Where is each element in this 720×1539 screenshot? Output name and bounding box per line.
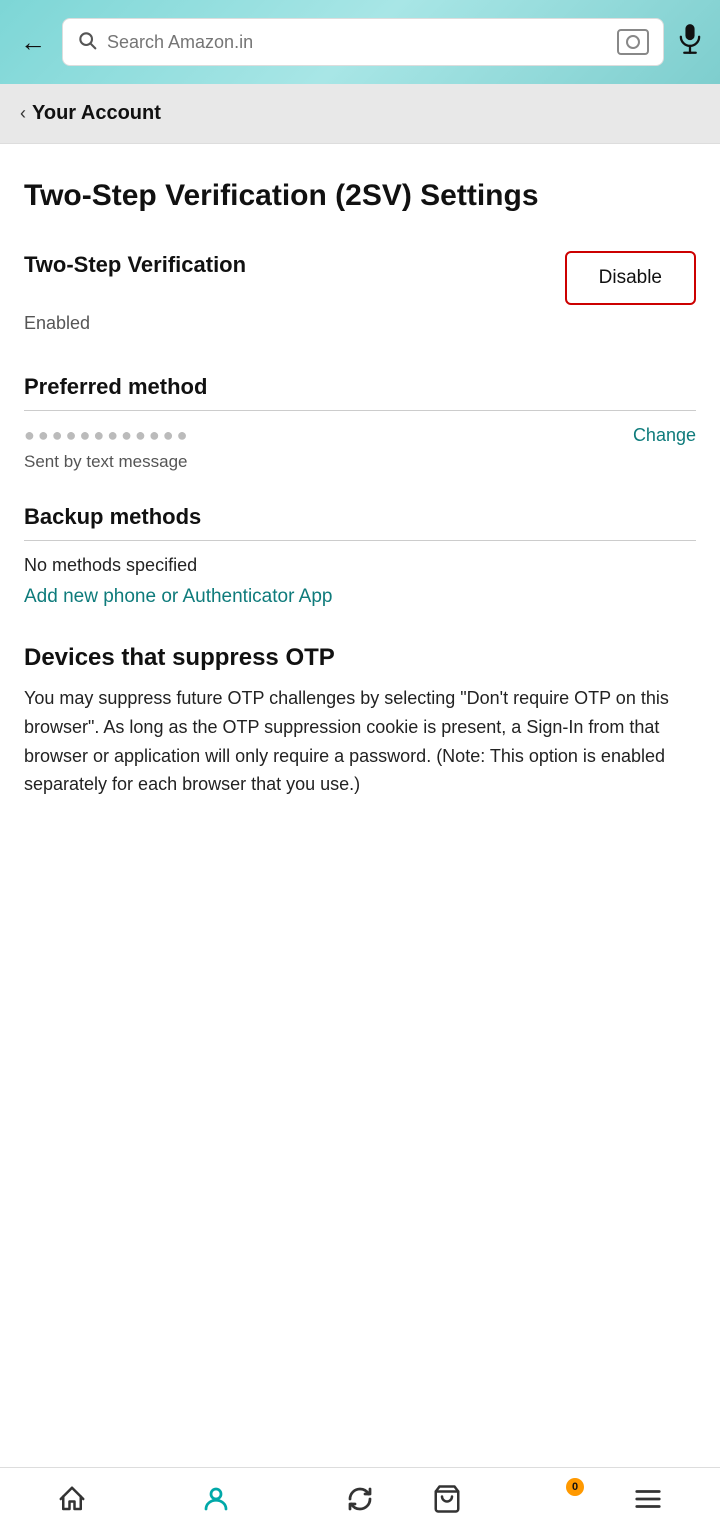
- tsv-heading: Two-Step Verification: [24, 251, 246, 280]
- refresh-icon: [345, 1484, 375, 1519]
- home-icon: [57, 1484, 87, 1519]
- page-title: Two-Step Verification (2SV) Settings: [24, 176, 696, 215]
- preferred-method-title: Preferred method: [24, 374, 696, 400]
- breadcrumb-arrow-icon: ‹: [20, 103, 26, 124]
- tsv-label: Two-Step Verification: [24, 251, 246, 280]
- divider-preferred: [24, 410, 696, 411]
- cart-badge-count: 0: [566, 1478, 584, 1496]
- nav-menu[interactable]: [576, 1484, 720, 1519]
- microphone-icon[interactable]: [676, 23, 704, 62]
- nav-home[interactable]: [0, 1484, 144, 1519]
- devices-description: You may suppress future OTP challenges b…: [24, 684, 696, 799]
- no-methods-text: No methods specified: [24, 555, 696, 576]
- search-input[interactable]: [107, 32, 607, 53]
- bottom-navigation: 0: [0, 1467, 720, 1539]
- nav-cart[interactable]: 0: [432, 1484, 576, 1519]
- camera-scan-icon[interactable]: [617, 29, 649, 55]
- divider-backup: [24, 540, 696, 541]
- breadcrumb[interactable]: ‹ Your Account: [0, 84, 720, 144]
- app-header: ←: [0, 0, 720, 84]
- tsv-section: Two-Step Verification Disable: [24, 251, 696, 305]
- add-backup-method-link[interactable]: Add new phone or Authenticator App: [24, 586, 696, 608]
- breadcrumb-label: Your Account: [32, 102, 161, 125]
- tsv-status: Enabled: [24, 313, 696, 334]
- method-description: Sent by text message: [24, 452, 696, 472]
- person-icon: [201, 1484, 231, 1519]
- preferred-method-row: ●●●●●●●●●●●● Change: [24, 425, 696, 446]
- backup-methods-title: Backup methods: [24, 504, 696, 530]
- search-icon: [77, 30, 97, 55]
- nav-refresh[interactable]: [288, 1484, 432, 1519]
- main-content: Two-Step Verification (2SV) Settings Two…: [0, 144, 720, 1467]
- menu-icon: [633, 1484, 663, 1519]
- back-button[interactable]: ←: [16, 23, 50, 62]
- change-method-link[interactable]: Change: [633, 425, 696, 446]
- disable-button[interactable]: Disable: [565, 251, 696, 305]
- search-bar[interactable]: [62, 18, 664, 66]
- nav-account[interactable]: [144, 1484, 288, 1519]
- cart-icon: [432, 1501, 462, 1518]
- phone-redacted: ●●●●●●●●●●●●: [24, 425, 190, 446]
- devices-title: Devices that suppress OTP: [24, 644, 696, 672]
